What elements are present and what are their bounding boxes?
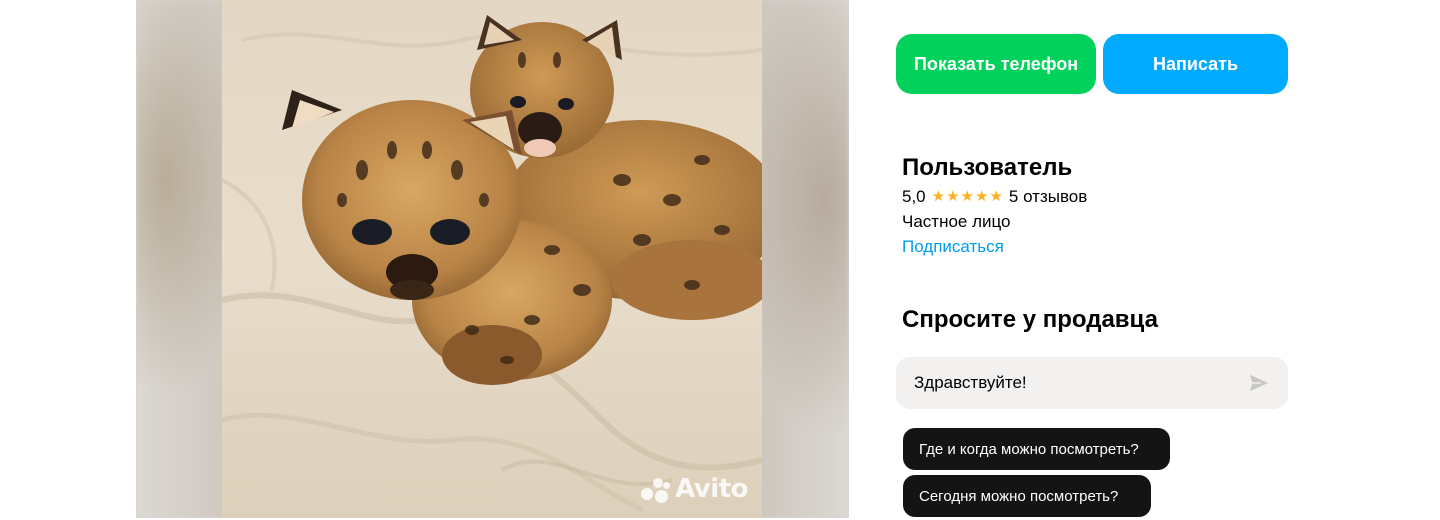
message-input[interactable]: Здравствуйте! [896,357,1288,409]
star-icon: ★ [975,188,989,205]
reviews-link[interactable]: 5 отзывов [1009,185,1087,209]
star-icon: ★ [960,188,974,205]
photo-gallery[interactable]: Avito [136,0,849,518]
avito-logo-icon [641,476,671,503]
show-phone-button[interactable]: Показать телефон [896,34,1096,94]
subscribe-link[interactable]: Подписаться [902,234,1087,259]
seller-rating[interactable]: 5,0 ★ ★ ★ ★ ★ 5 отзывов [902,185,1087,209]
suggestion-chip[interactable]: Сегодня можно посмотреть? [903,475,1151,517]
message-input-text[interactable]: Здравствуйте! [914,373,1248,393]
seller-card: Пользователь 5,0 ★ ★ ★ ★ ★ 5 отзывов Час… [902,152,1087,259]
write-message-button[interactable]: Написать [1103,34,1288,94]
listing-photo[interactable]: Avito [222,0,762,518]
star-icon: ★ [931,188,946,205]
ask-seller-title: Спросите у продавца [902,306,1158,333]
seller-type: Частное лицо [902,212,1011,231]
suggestion-chip[interactable]: Где и когда можно посмотреть? [903,428,1170,470]
avito-watermark: Avito [641,474,748,504]
rating-stars: ★ ★ ★ ★ ★ [932,185,1003,209]
avito-watermark-text: Avito [675,474,748,504]
star-icon: ★ [946,188,960,205]
listing-page: Avito Показать телефон Написать Пользова… [0,0,1440,520]
star-icon: ★ [989,188,1003,205]
seller-name[interactable]: Пользователь [902,152,1087,184]
rating-value: 5,0 [902,187,926,206]
kittens-photo-illustration [222,0,762,518]
send-icon[interactable] [1248,372,1270,394]
